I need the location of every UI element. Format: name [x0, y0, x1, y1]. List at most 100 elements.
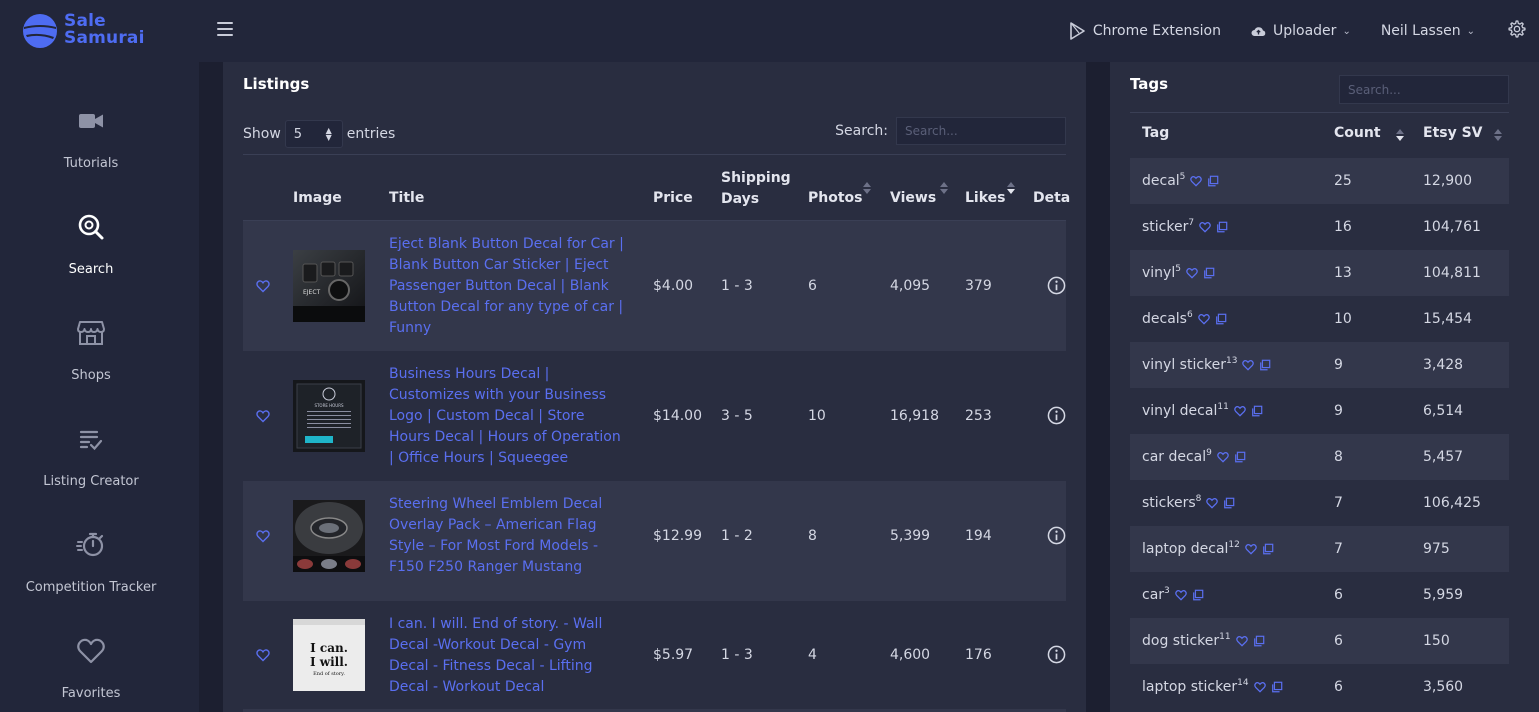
listing-price: $14.00	[653, 408, 702, 424]
sidebar-item-competition-tracker[interactable]: Competition Tracker	[0, 530, 182, 630]
tags-table-header: Tag Count Etsy SV	[1130, 113, 1509, 158]
col-etsy-sv[interactable]: Etsy SV	[1423, 125, 1483, 141]
tag-name[interactable]: vinyl	[1142, 265, 1175, 281]
tag-etsy-sv: 6,514	[1423, 403, 1464, 419]
col-price[interactable]: Price	[653, 188, 693, 209]
sidebar-item-shops[interactable]: Shops	[0, 318, 182, 418]
info-icon[interactable]	[1047, 645, 1066, 664]
heart-icon[interactable]	[1253, 681, 1266, 693]
tag-cell: vinyl decal 11	[1142, 402, 1263, 419]
copy-icon[interactable]	[1215, 313, 1227, 325]
tag-name[interactable]: laptop decal	[1142, 541, 1228, 557]
heart-icon[interactable]	[1206, 497, 1219, 509]
copy-icon[interactable]	[1192, 589, 1204, 601]
copy-icon[interactable]	[1207, 175, 1219, 187]
sidebar-item-search[interactable]: Search	[0, 212, 182, 312]
listings-search-input[interactable]	[896, 117, 1066, 145]
heart-icon[interactable]	[256, 409, 270, 423]
sidebar-item-label: Shops	[71, 368, 111, 383]
svg-text:EJECT: EJECT	[303, 289, 321, 296]
col-tag[interactable]: Tag	[1142, 125, 1169, 141]
sort-desc-icon	[1007, 182, 1015, 196]
listing-price: $4.00	[653, 278, 694, 294]
copy-icon[interactable]	[1223, 497, 1235, 509]
heart-icon[interactable]	[1235, 635, 1248, 647]
tag-cell: car 3	[1142, 586, 1204, 603]
listing-thumbnail[interactable]: EJECT	[293, 250, 365, 322]
tag-etsy-sv: 5,457	[1423, 449, 1464, 465]
listing-thumbnail[interactable]: STORE HOURS	[293, 380, 365, 452]
listing-title-link[interactable]: Steering Wheel Emblem Decal Overlay Pack…	[389, 494, 629, 578]
heart-icon[interactable]	[1186, 267, 1198, 279]
gear-icon[interactable]	[1507, 19, 1527, 39]
uploader-dropdown[interactable]: Uploader ⌄	[1251, 23, 1351, 39]
tag-name[interactable]: car	[1142, 587, 1164, 603]
listing-title-link[interactable]: Business Hours Decal | Customizes with y…	[389, 364, 629, 469]
tag-count: 25	[1334, 173, 1352, 189]
copy-icon[interactable]	[1216, 221, 1228, 233]
heart-icon[interactable]	[1242, 359, 1255, 371]
col-title[interactable]: Title	[389, 188, 424, 209]
copy-icon[interactable]	[1251, 405, 1263, 417]
col-details[interactable]: Deta	[1033, 188, 1070, 209]
col-shipping-days[interactable]: Shipping Days	[721, 168, 791, 210]
heart-icon[interactable]	[256, 529, 270, 543]
tag-cell: laptop sticker 14	[1142, 678, 1283, 695]
tag-count: 13	[1334, 265, 1352, 281]
sidebar-item-tutorials[interactable]: Tutorials	[0, 106, 182, 206]
user-menu-dropdown[interactable]: Neil Lassen ⌄	[1381, 23, 1475, 39]
listing-title-link[interactable]: I can. I will. End of story. - Wall Deca…	[389, 614, 629, 698]
chrome-extension-link[interactable]: Chrome Extension	[1069, 22, 1221, 40]
copy-icon[interactable]	[1259, 359, 1271, 371]
heart-icon[interactable]	[1217, 451, 1229, 463]
col-photos[interactable]: Photos	[808, 188, 863, 209]
tag-name[interactable]: sticker	[1142, 219, 1188, 235]
heart-icon[interactable]	[1174, 589, 1187, 601]
sidebar-item-favorites[interactable]: Favorites	[0, 636, 182, 712]
listing-thumbnail[interactable]	[293, 500, 365, 572]
copy-icon[interactable]	[1253, 635, 1265, 647]
table-row: STORE HOURS Business Hours Decal | Custo…	[243, 351, 1066, 481]
listing-photos: 8	[808, 528, 817, 544]
tag-word-count: 9	[1206, 448, 1212, 458]
sidebar-item-listing-creator[interactable]: Listing Creator	[0, 424, 182, 524]
copy-icon[interactable]	[1271, 681, 1283, 693]
table-row: EJECT Eject Blank Button Decal for Car |…	[243, 221, 1066, 351]
tag-name[interactable]: laptop sticker	[1142, 679, 1237, 695]
copy-icon[interactable]	[1234, 451, 1246, 463]
table-row: car 3 6 5,959	[1130, 572, 1509, 618]
tag-word-count: 11	[1219, 632, 1231, 642]
info-icon[interactable]	[1047, 406, 1066, 425]
listing-title-link[interactable]: Eject Blank Button Decal for Car | Blank…	[389, 234, 629, 339]
heart-icon[interactable]	[1197, 313, 1210, 325]
heart-icon[interactable]	[256, 648, 270, 662]
heart-icon[interactable]	[1233, 405, 1246, 417]
tag-name[interactable]: vinyl sticker	[1142, 357, 1226, 373]
tag-name[interactable]: car decal	[1142, 449, 1206, 465]
tag-name[interactable]: vinyl decal	[1142, 403, 1217, 419]
heart-icon[interactable]	[1245, 543, 1257, 555]
heart-icon[interactable]	[256, 279, 270, 293]
col-count[interactable]: Count	[1334, 125, 1381, 141]
listing-thumbnail[interactable]: I can. I will. End of story.	[293, 619, 365, 691]
info-icon[interactable]	[1047, 526, 1066, 545]
listing-photos: 4	[808, 647, 817, 663]
sort-desc-icon	[1396, 129, 1404, 143]
info-icon[interactable]	[1047, 276, 1066, 295]
tag-cell: vinyl sticker 13	[1142, 356, 1271, 373]
tag-name[interactable]: decals	[1142, 311, 1187, 327]
heart-icon[interactable]	[1199, 221, 1211, 233]
col-likes[interactable]: Likes	[965, 188, 1005, 209]
tag-name[interactable]: dog sticker	[1142, 633, 1219, 649]
menu-toggle-button[interactable]	[217, 22, 233, 38]
entries-select[interactable]: 5 ▲ ▼	[284, 120, 343, 148]
col-views[interactable]: Views	[890, 188, 936, 209]
copy-icon[interactable]	[1203, 267, 1215, 279]
tag-name[interactable]: stickers	[1142, 495, 1196, 511]
sale-samurai-logo[interactable]: Sale Samurai	[22, 12, 172, 52]
tag-count: 7	[1334, 495, 1343, 511]
heart-icon[interactable]	[1190, 175, 1203, 187]
tags-search-input[interactable]	[1339, 75, 1509, 104]
tag-name[interactable]: decal	[1142, 173, 1180, 189]
copy-icon[interactable]	[1262, 543, 1274, 555]
